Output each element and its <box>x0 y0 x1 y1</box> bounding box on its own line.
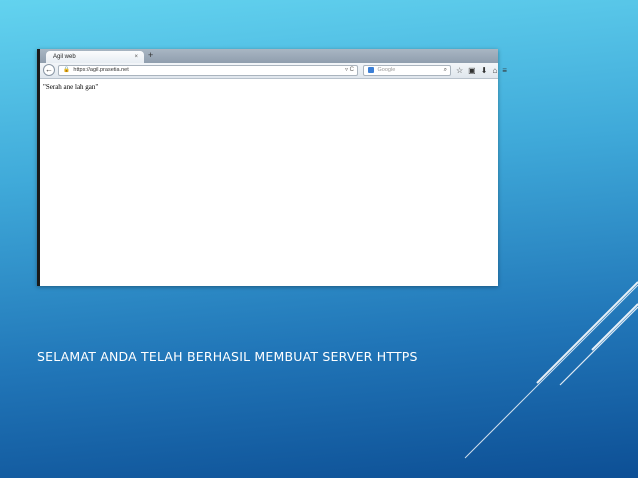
page-text: "Serah ane lah gan" <box>43 83 99 91</box>
tab-title: Agil web <box>53 54 76 60</box>
navigation-bar: ← 🔒 https://agil.prasetia.net ▿ C Google… <box>40 63 507 79</box>
reload-icon[interactable]: ▿ C <box>345 66 354 75</box>
back-button[interactable]: ← <box>43 64 55 76</box>
browser-screenshot: Agil web × + ← 🔒 https://agil.prasetia.n… <box>37 49 507 286</box>
search-placeholder: Google <box>377 67 396 73</box>
search-engine-icon <box>368 66 374 73</box>
browser-tab[interactable]: Agil web × <box>46 51 144 63</box>
lock-icon: 🔒 <box>63 67 70 73</box>
star-icon[interactable]: ☆ <box>456 66 468 75</box>
tab-bar: Agil web × + <box>40 49 498 63</box>
toolbar-icons: ☆▣⬇⌂≡ <box>456 64 512 77</box>
clipboard-icon[interactable]: ▣ <box>468 66 481 75</box>
url-text: https://agil.prasetia.net <box>73 67 129 73</box>
home-icon[interactable]: ⌂ <box>492 66 502 75</box>
search-input[interactable]: Google ⌕ <box>363 65 451 76</box>
slide-caption: SELAMAT ANDA TELAH BERHASIL MEMBUAT SERV… <box>37 349 418 364</box>
download-icon[interactable]: ⬇ <box>481 66 493 75</box>
url-bar[interactable]: 🔒 https://agil.prasetia.net ▿ C <box>58 65 358 76</box>
close-tab-icon[interactable]: × <box>134 51 138 63</box>
menu-icon[interactable]: ≡ <box>502 66 512 75</box>
new-tab-button[interactable]: + <box>148 49 153 62</box>
search-icon[interactable]: ⌕ <box>444 66 447 75</box>
page-content: "Serah ane lah gan" <box>40 79 498 95</box>
